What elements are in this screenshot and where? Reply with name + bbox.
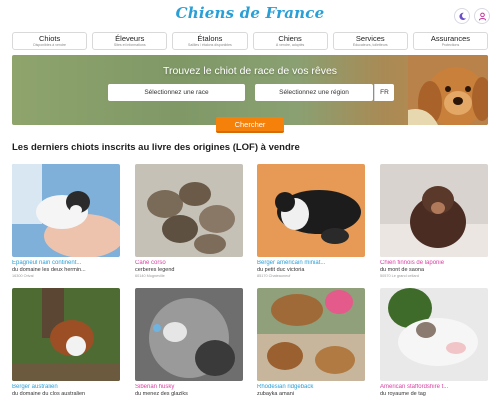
nav-label: Éleveurs: [115, 34, 145, 43]
puppy-location: 60140 Mogneville: [135, 274, 165, 278]
nav-sublabel: Éducateurs, toiletteurs: [352, 43, 388, 47]
puppy-photo[interactable]: [135, 288, 243, 381]
puppy-photo[interactable]: [380, 164, 488, 257]
theme-toggle-button[interactable]: [454, 8, 470, 24]
moon-icon: [458, 12, 466, 20]
nav-item-eleveurs[interactable]: Éleveurs Sites et informations: [92, 32, 168, 50]
nav-label: Chiots: [38, 34, 61, 43]
puppy-card[interactable]: Rhodesian ridgeback zubayka amani: [257, 288, 365, 398]
nav-label: Services: [355, 34, 385, 43]
hero-title: Trouvez le chiot de race de vos rêves: [162, 65, 338, 77]
nav-label: Étalons: [197, 34, 223, 43]
nav-item-etalons[interactable]: Étalons Saillies / étalons disponibles: [172, 32, 248, 50]
user-icon: [478, 12, 486, 21]
puppy-photo[interactable]: [257, 164, 365, 257]
puppy-card[interactable]: American staffordshire t... du royaume d…: [380, 288, 488, 398]
puppy-location: 50570 Le grand cellard: [380, 274, 419, 278]
puppy-breed[interactable]: Siberian husky: [135, 384, 243, 391]
country-select[interactable]: FR: [374, 84, 394, 101]
nav-sublabel: Protections: [441, 43, 460, 47]
puppy-card[interactable]: Chien finnois de laponie du mont de saon…: [380, 164, 488, 279]
puppy-photo[interactable]: [380, 288, 488, 381]
puppy-breeder: cerberes legend: [135, 267, 175, 273]
nav-item-chiots[interactable]: Chiots Disponibles à vendre: [12, 32, 88, 50]
puppy-card[interactable]: Berger américain miniat... du petit duc …: [257, 164, 365, 279]
puppy-photo[interactable]: [12, 164, 120, 257]
nav-item-services[interactable]: Services Éducateurs, toiletteurs: [332, 32, 408, 50]
nav-label: Chiens: [278, 34, 302, 43]
puppy-photo[interactable]: [12, 288, 120, 381]
breed-select[interactable]: Sélectionnez une race: [108, 84, 245, 101]
search-button[interactable]: Chercher: [216, 117, 284, 133]
nav-sublabel: À vendre, adoptés: [275, 43, 305, 47]
puppy-breeder: du domaine les deux hermin...: [12, 267, 86, 273]
nav-item-chiens[interactable]: Chiens À vendre, adoptés: [252, 32, 328, 50]
puppy-breeder: du petit duc victoria: [257, 267, 305, 273]
puppy-breeder: du domaine du clos australien: [12, 391, 86, 397]
main-nav: Chiots Disponibles à vendre Éleveurs Sit…: [12, 32, 489, 50]
puppy-breed[interactable]: Berger australien: [12, 384, 120, 391]
section-title: Les derniers chiots inscrits au livre de…: [12, 142, 300, 153]
puppy-photo[interactable]: [135, 164, 243, 257]
puppy-breeder: du menez des glaziks: [135, 391, 188, 397]
puppy-breeder: du mont de saona: [380, 267, 425, 273]
site-logo[interactable]: Chiens de France: [0, 4, 500, 22]
puppy-card[interactable]: Siberian husky du menez des glaziks: [135, 288, 243, 398]
puppy-breed[interactable]: Epagneul nain continent...: [12, 260, 120, 267]
puppy-breed[interactable]: Chien finnois de laponie: [380, 260, 488, 267]
puppy-breed[interactable]: American staffordshire t...: [380, 384, 488, 391]
puppy-location: 85170 Chateauneuf: [257, 274, 291, 278]
puppy-card[interactable]: Cane corso cerberes legend 60140 Mognevi…: [135, 164, 243, 279]
puppy-card[interactable]: Berger australien du domaine du clos aus…: [12, 288, 120, 398]
account-button[interactable]: [474, 8, 490, 24]
puppy-breed[interactable]: Cane corso: [135, 260, 243, 267]
nav-item-assurances[interactable]: Assurances Protections: [412, 32, 489, 50]
puppy-breeder: zubayka amani: [257, 391, 294, 397]
nav-sublabel: Disponibles à vendre: [33, 43, 66, 47]
puppy-breeder: du royaume de tag: [380, 391, 426, 397]
puppy-card[interactable]: Epagneul nain continent... du domaine le…: [12, 164, 120, 279]
puppy-photo[interactable]: [257, 288, 365, 381]
region-select[interactable]: Sélectionnez une région: [255, 84, 373, 101]
hero-banner: Trouvez le chiot de race de vos rêves Sé…: [12, 55, 488, 125]
nav-sublabel: Saillies / étalons disponibles: [188, 43, 232, 47]
site-header: Chiens de France: [0, 0, 500, 32]
nav-label: Assurances: [430, 34, 471, 43]
nav-sublabel: Sites et informations: [113, 43, 146, 47]
puppy-location: 16300 Orival: [12, 274, 34, 278]
puppy-breed[interactable]: Rhodesian ridgeback: [257, 384, 365, 391]
puppy-breed[interactable]: Berger américain miniat...: [257, 260, 365, 267]
